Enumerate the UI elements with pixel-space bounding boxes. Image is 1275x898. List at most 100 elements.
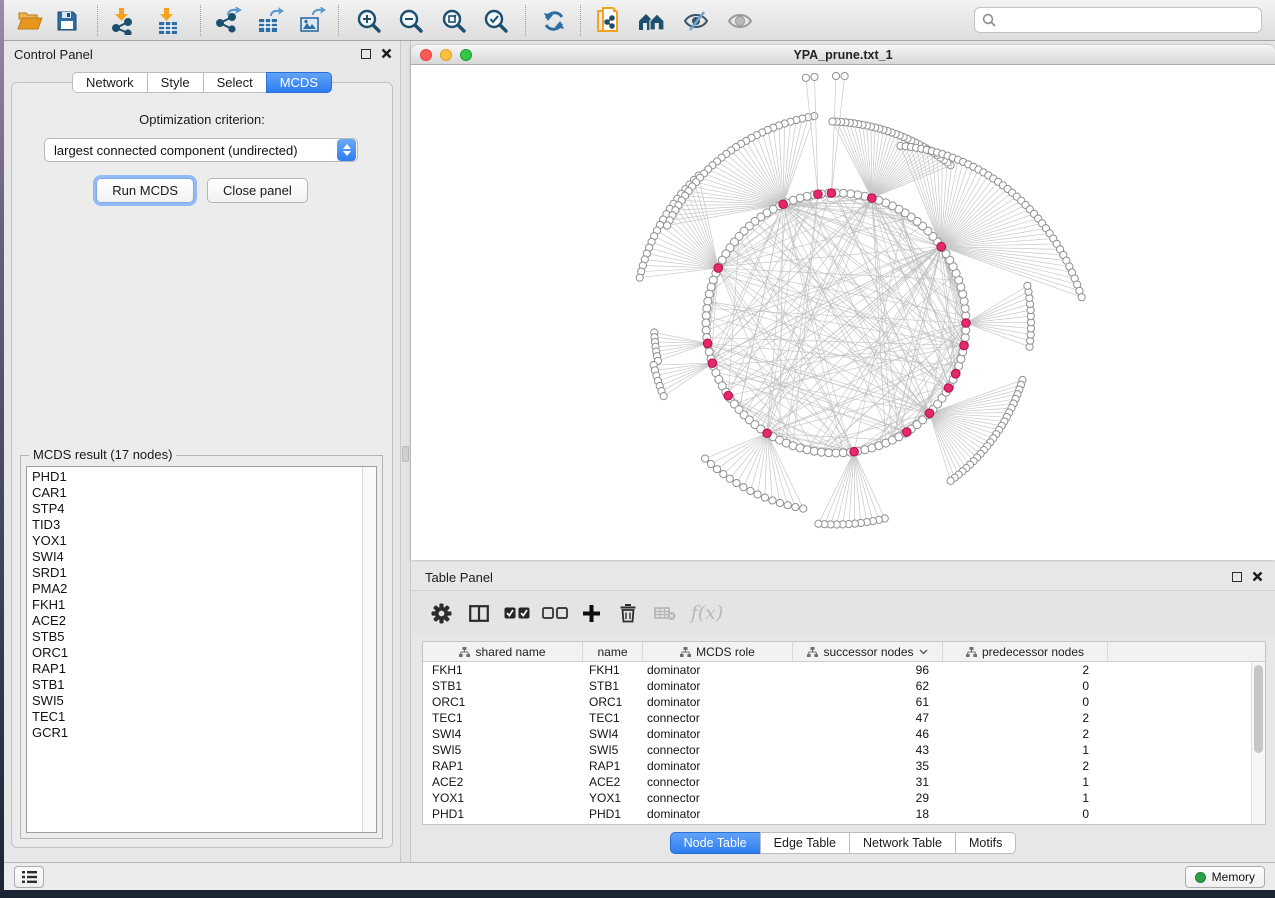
mcds-result-item[interactable]: CAR1 [27,485,376,501]
column-header-filler [1108,642,1265,661]
zoom-fit-icon[interactable] [439,6,469,35]
mcds-result-item[interactable]: YOX1 [27,533,376,549]
column-header-predecessor-nodes[interactable]: predecessor nodes [943,642,1108,661]
table-scrollbar-thumb[interactable] [1254,665,1263,753]
attribute-tree-icon [680,647,691,657]
search-field[interactable] [974,7,1262,33]
table-toolbar: f(x) [411,590,1275,634]
table-row[interactable]: PHD1 PHD1 dominator 18 0 [423,806,1251,822]
table-row[interactable]: YOX1 YOX1 connector 29 1 [423,790,1251,806]
mcds-result-item[interactable]: RAP1 [27,661,376,677]
table-row[interactable]: SWI5 SWI5 connector 43 1 [423,742,1251,758]
attribute-tree-icon [966,647,977,657]
mcds-result-item[interactable]: ACE2 [27,613,376,629]
mcds-result-item[interactable]: FKH1 [27,597,376,613]
control-panel-titlebar: Control Panel [4,41,400,67]
table-panel: Table Panel [411,562,1275,862]
mcds-result-item[interactable]: GCR1 [27,725,376,741]
deselect-all-checkboxes-icon[interactable] [539,598,571,628]
column-header-name[interactable]: name [583,642,643,661]
attribute-tree-icon [459,647,470,657]
column-header-successor-nodes[interactable]: successor nodes [793,642,943,661]
show-hidden-eye-icon[interactable] [725,6,755,35]
import-table-icon[interactable] [153,6,183,35]
table-row[interactable]: FKH1 FKH1 dominator 96 2 [423,662,1251,678]
mcds-result-item[interactable]: ORC1 [27,645,376,661]
export-network-icon[interactable] [213,6,243,35]
memory-status-icon [1195,872,1206,883]
function-builder-icon-disabled: f(x) [687,598,727,628]
table-body: FKH1 FKH1 dominator 96 2 STB1 STB1 [423,662,1251,824]
mcds-result-item[interactable]: STP4 [27,501,376,517]
network-canvas[interactable] [411,65,1275,560]
mcds-result-item[interactable]: PHD1 [27,469,376,485]
app-window: Control Panel Network Style Select MCDS … [4,0,1275,890]
table-row[interactable]: SWI4 SWI4 dominator 46 2 [423,726,1251,742]
column-header-mcds-role[interactable]: MCDS role [643,642,793,661]
close-panel-icon[interactable] [381,48,392,59]
save-session-icon[interactable] [52,6,82,35]
hide-selected-eye-icon[interactable] [681,6,711,35]
mcds-result-list[interactable]: PHD1CAR1STP4TID3YOX1SWI4SRD1PMA2FKH1ACE2… [26,466,377,833]
table-scrollbar[interactable] [1251,662,1265,824]
clone-network-icon[interactable] [593,6,623,35]
import-network-icon[interactable] [108,6,138,35]
table-row[interactable]: RAP1 RAP1 dominator 35 2 [423,758,1251,774]
tab-network[interactable]: Network [72,72,148,93]
refresh-layout-icon[interactable] [539,6,569,35]
tab-network-table[interactable]: Network Table [849,832,956,854]
divider-handle-icon[interactable] [402,446,409,462]
tab-node-table[interactable]: Node Table [670,832,761,854]
run-mcds-button[interactable]: Run MCDS [96,178,194,203]
node-table: shared name name MCDS role successor nod… [422,641,1266,825]
control-panel: Control Panel Network Style Select MCDS … [4,41,400,862]
column-chooser-icon[interactable] [463,598,495,628]
mcds-list-scrollbar[interactable] [362,467,376,832]
control-panel-tabs: Network Style Select MCDS [4,72,400,93]
mcds-result-item[interactable]: SWI5 [27,693,376,709]
main-area: Control Panel Network Style Select MCDS … [4,41,1275,862]
float-table-panel-icon[interactable] [1232,572,1242,582]
zoom-selected-icon[interactable] [481,6,511,35]
mcds-result-item[interactable]: TEC1 [27,709,376,725]
select-all-checkboxes-icon[interactable] [501,598,533,628]
tab-style[interactable]: Style [147,72,204,93]
search-input[interactable] [1001,13,1261,27]
network-graph[interactable] [411,65,1275,560]
table-row[interactable]: ORC1 ORC1 dominator 61 0 [423,694,1251,710]
memory-button[interactable]: Memory [1185,866,1265,888]
zoom-out-icon[interactable] [396,6,426,35]
float-panel-icon[interactable] [361,49,371,59]
table-row[interactable]: TEC1 TEC1 connector 47 2 [423,710,1251,726]
toolbar-separator [338,5,339,36]
mcds-result-item[interactable]: PMA2 [27,581,376,597]
mcds-result-item[interactable]: STB5 [27,629,376,645]
split-pane-divider[interactable] [400,41,411,862]
add-column-icon[interactable] [575,598,607,628]
mcds-result-item[interactable]: STB1 [27,677,376,693]
mcds-result-item[interactable]: TID3 [27,517,376,533]
close-table-panel-icon[interactable] [1252,571,1263,582]
table-row[interactable]: ACE2 ACE2 connector 31 1 [423,774,1251,790]
mcds-result-item[interactable]: SWI4 [27,549,376,565]
delete-column-trash-icon[interactable] [612,598,644,628]
export-image-icon[interactable] [297,6,327,35]
zoom-in-icon[interactable] [354,6,384,35]
tab-edge-table[interactable]: Edge Table [760,832,850,854]
export-table-icon[interactable] [255,6,285,35]
task-list-icon [22,871,37,883]
column-header-shared-name[interactable]: shared name [423,642,583,661]
mcds-result-item[interactable]: SRD1 [27,565,376,581]
toolbar-separator [525,5,526,36]
close-panel-button[interactable]: Close panel [207,178,308,203]
show-all-networks-icon[interactable] [637,6,667,35]
tab-motifs[interactable]: Motifs [955,832,1016,854]
tab-select[interactable]: Select [203,72,267,93]
main-toolbar [4,0,1275,41]
optimization-criterion-select[interactable]: largest connected component (undirected) [44,138,358,162]
table-row[interactable]: STB1 STB1 dominator 62 0 [423,678,1251,694]
settings-gear-icon[interactable] [425,598,457,628]
tab-mcds[interactable]: MCDS [266,72,332,93]
task-history-button[interactable] [14,866,44,888]
open-file-icon[interactable] [15,6,45,35]
